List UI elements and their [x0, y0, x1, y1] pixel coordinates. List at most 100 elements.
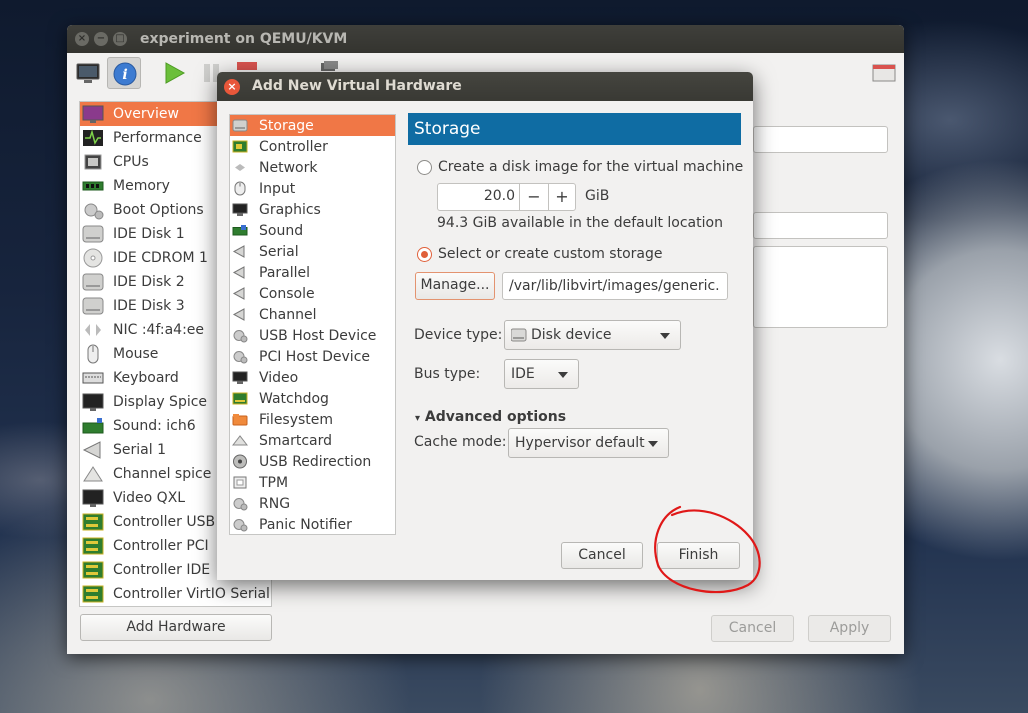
category-item[interactable]: Serial — [230, 241, 395, 262]
manage-button[interactable]: Manage... — [415, 272, 495, 300]
disk-device-icon — [511, 328, 527, 342]
tpm-chip-icon — [232, 475, 248, 490]
category-item[interactable]: Storage — [230, 115, 395, 136]
main-close-icon[interactable]: × — [75, 32, 89, 46]
details-info-icon[interactable]: i — [107, 57, 141, 89]
hardware-item-label: Boot Options — [113, 202, 204, 218]
category-item-label: USB Redirection — [259, 453, 372, 470]
category-item[interactable]: Input — [230, 178, 395, 199]
bus-type-dropdown[interactable]: IDE — [504, 359, 579, 389]
serial-port-icon — [82, 440, 104, 460]
hardware-item-label: Controller USB — [113, 514, 216, 530]
category-item[interactable]: USB Host Device — [230, 325, 395, 346]
bus-type-label: Bus type: — [414, 366, 481, 382]
main-minimize-icon[interactable]: − — [94, 32, 108, 46]
category-item-label: Smartcard — [259, 432, 333, 449]
run-play-icon[interactable] — [157, 57, 191, 89]
main-cancel-button[interactable]: Cancel — [711, 615, 794, 642]
category-item[interactable]: Sound — [230, 220, 395, 241]
fullscreen-icon[interactable] — [867, 57, 901, 89]
category-item[interactable]: USB Redirection — [230, 451, 395, 472]
add-hardware-button[interactable]: Add Hardware — [80, 614, 272, 641]
category-item[interactable]: Panic Notifier — [230, 514, 395, 534]
category-item[interactable]: Parallel — [230, 262, 395, 283]
console-monitor-icon[interactable] — [71, 57, 105, 89]
storage-path-input[interactable]: /var/lib/libvirt/images/generic. — [502, 272, 728, 300]
category-item-label: Watchdog — [259, 390, 329, 407]
hardware-item-label: IDE Disk 3 — [113, 298, 185, 314]
category-item-label: USB Host Device — [259, 327, 377, 344]
main-maximize-icon[interactable]: □ — [113, 32, 127, 46]
hardware-item-label: Keyboard — [113, 370, 179, 386]
category-item[interactable]: Controller — [230, 136, 395, 157]
channel-port-icon — [232, 307, 248, 322]
category-item[interactable]: Smartcard — [230, 430, 395, 451]
dialog-close-icon[interactable]: × — [224, 79, 240, 95]
custom-storage-label[interactable]: Select or create custom storage — [438, 246, 663, 262]
category-item[interactable]: Console — [230, 283, 395, 304]
main-window-title: experiment on QEMU/KVM — [140, 31, 348, 47]
watchdog-card-icon — [232, 391, 248, 406]
panel-title: Storage — [408, 113, 741, 145]
category-item[interactable]: Network — [230, 157, 395, 178]
usb-gear-icon — [232, 328, 248, 343]
size-unit-label: GiB — [585, 188, 610, 204]
advanced-options-expander[interactable]: ▾ Advanced options — [415, 409, 566, 425]
dialog-titlebar: × Add New Virtual Hardware — [217, 72, 753, 101]
hardware-item-label: Channel spice — [113, 466, 212, 482]
hardware-item-label: Serial 1 — [113, 442, 166, 458]
category-item[interactable]: Watchdog — [230, 388, 395, 409]
cache-mode-dropdown[interactable]: Hypervisor default — [508, 428, 669, 458]
category-item[interactable]: Video — [230, 367, 395, 388]
decrement-icon[interactable]: − — [520, 184, 548, 210]
overview-description-field[interactable] — [753, 246, 888, 328]
overview-name-field[interactable] — [753, 126, 888, 153]
memory-module-icon — [82, 176, 104, 196]
category-item-label: Graphics — [259, 201, 321, 218]
category-item-label: Network — [259, 159, 318, 176]
hardware-item-label: Controller PCI — [113, 538, 209, 554]
category-item-label: Channel — [259, 306, 317, 323]
custom-storage-radio[interactable] — [417, 247, 432, 262]
increment-icon[interactable]: + — [549, 184, 575, 210]
serial-port-icon — [232, 244, 248, 259]
hardware-category-list[interactable]: Storage Controller Network Input Graphics Sou… — [229, 114, 396, 535]
category-item-label: TPM — [259, 474, 289, 491]
dialog-cancel-button[interactable]: Cancel — [561, 542, 643, 569]
controller-card-icon — [82, 512, 104, 532]
controller-card-icon — [82, 536, 104, 556]
create-disk-radio[interactable] — [417, 160, 432, 175]
network-arrows-icon — [82, 320, 104, 340]
category-item-label: Video — [259, 369, 299, 386]
network-arrows-icon — [232, 160, 248, 175]
category-item[interactable]: TPM — [230, 472, 395, 493]
display-icon — [232, 202, 248, 217]
hardware-item-label: Mouse — [113, 346, 159, 362]
category-item[interactable]: Graphics — [230, 199, 395, 220]
create-disk-label[interactable]: Create a disk image for the virtual mach… — [438, 159, 743, 175]
category-item[interactable]: PCI Host Device — [230, 346, 395, 367]
available-space-text: 94.3 GiB available in the default locati… — [437, 215, 723, 231]
disk-size-value[interactable]: 20.0 — [484, 188, 515, 204]
hardware-item-label: CPUs — [113, 154, 149, 170]
expander-arrow-icon: ▾ — [415, 413, 421, 424]
controller-card-icon — [82, 560, 104, 580]
cpu-chip-icon — [82, 152, 104, 172]
category-item-label: Panic Notifier — [259, 516, 352, 533]
main-apply-button[interactable]: Apply — [808, 615, 891, 642]
video-card-icon — [82, 488, 104, 508]
keyboard-icon — [82, 368, 104, 388]
controller-card-icon — [232, 139, 248, 154]
category-item-label: Console — [259, 285, 315, 302]
bus-type-value: IDE — [511, 366, 535, 382]
category-item[interactable]: Filesystem — [230, 409, 395, 430]
overview-title-field[interactable] — [753, 212, 888, 239]
hardware-item-label: Video QXL — [113, 490, 186, 506]
device-type-dropdown[interactable]: Disk device — [504, 320, 681, 350]
smartcard-reader-icon — [231, 433, 249, 448]
console-port-icon — [232, 286, 248, 301]
category-item[interactable]: Channel — [230, 304, 395, 325]
hardware-item[interactable]: Controller VirtIO Serial — [80, 582, 271, 606]
disk-size-spinbox[interactable]: 20.0 − + — [437, 183, 576, 211]
category-item[interactable]: RNG — [230, 493, 395, 514]
